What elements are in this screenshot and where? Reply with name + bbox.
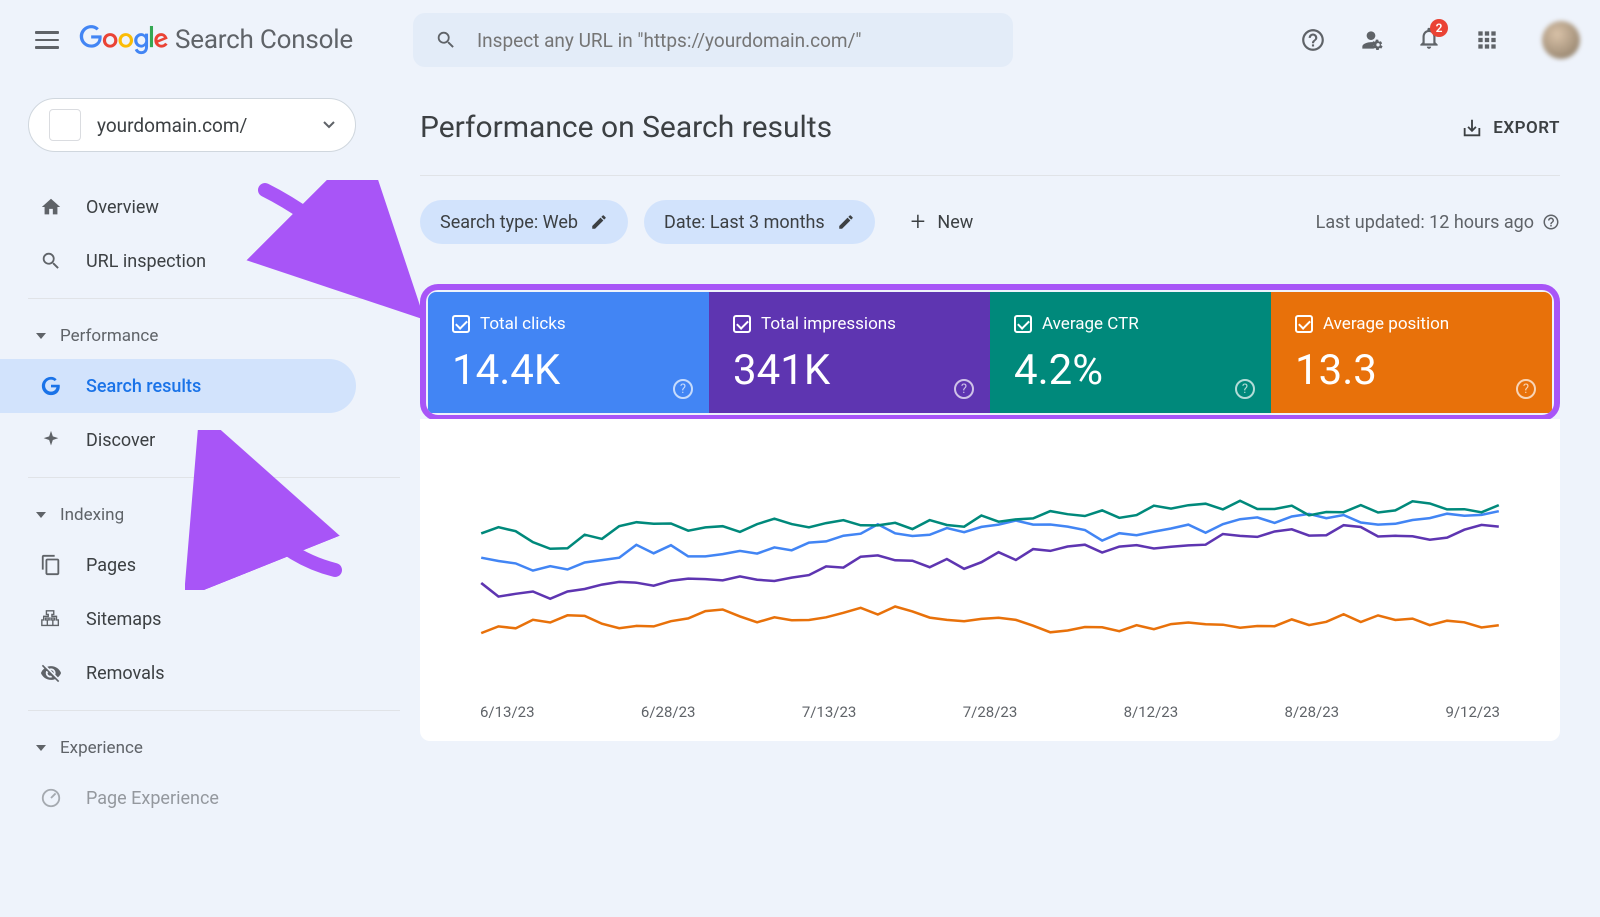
help-icon[interactable]: ?: [954, 379, 974, 399]
search-icon: [435, 29, 457, 51]
nav-pages[interactable]: Pages: [0, 538, 356, 592]
user-settings-icon[interactable]: [1358, 27, 1384, 53]
checkbox-icon: [1295, 315, 1313, 333]
nav-search-results[interactable]: Search results: [0, 359, 356, 413]
metric-position[interactable]: Average position 13.3 ?: [1271, 292, 1552, 413]
help-icon[interactable]: ?: [673, 379, 693, 399]
google-logo-icon: [79, 25, 169, 55]
checkbox-icon: [733, 315, 751, 333]
logo[interactable]: Search Console: [79, 25, 353, 55]
nav-removals[interactable]: Removals: [0, 646, 356, 700]
last-updated: Last updated: 12 hours ago: [1316, 212, 1560, 233]
nav-sitemaps[interactable]: Sitemaps: [0, 592, 356, 646]
menu-icon[interactable]: [35, 26, 59, 54]
checkbox-icon: [452, 315, 470, 333]
metric-impressions[interactable]: Total impressions 341K ?: [709, 292, 990, 413]
nav-overview[interactable]: Overview: [0, 180, 356, 234]
metric-clicks[interactable]: Total clicks 14.4K ?: [428, 292, 709, 413]
home-icon: [40, 196, 62, 218]
filter-date[interactable]: Date: Last 3 months: [644, 200, 875, 244]
plus-icon: +: [911, 207, 926, 237]
metric-ctr[interactable]: Average CTR 4.2% ?: [990, 292, 1271, 413]
help-icon[interactable]: [1300, 27, 1326, 53]
help-icon[interactable]: ?: [1235, 379, 1255, 399]
export-button[interactable]: EXPORT: [1461, 117, 1560, 139]
pencil-icon: [837, 213, 855, 231]
metrics-cards: Total clicks 14.4K ? Total impressions 3…: [420, 284, 1560, 421]
pages-icon: [40, 554, 62, 576]
url-inspect-search[interactable]: [413, 13, 1013, 67]
property-favicon: [49, 109, 81, 141]
header: Search Console 2: [0, 0, 1600, 80]
notifications-button[interactable]: 2: [1416, 25, 1442, 55]
main-area: Performance on Search results EXPORT Sea…: [400, 80, 1600, 917]
nav-url-inspection[interactable]: URL inspection: [0, 234, 356, 288]
visibility-off-icon: [40, 662, 62, 684]
apps-icon[interactable]: [1474, 27, 1500, 53]
filter-search-type[interactable]: Search type: Web: [420, 200, 628, 244]
section-performance[interactable]: Performance: [0, 313, 400, 359]
google-g-icon: [40, 375, 62, 397]
page-title: Performance on Search results: [420, 110, 832, 145]
performance-chart: 6/13/236/28/237/13/237/28/238/12/238/28/…: [420, 419, 1560, 741]
nav-page-experience[interactable]: Page Experience: [0, 771, 356, 825]
product-name: Search Console: [175, 25, 353, 55]
help-icon[interactable]: [1542, 213, 1560, 231]
section-indexing[interactable]: Indexing: [0, 492, 400, 538]
download-icon: [1461, 117, 1483, 139]
avatar[interactable]: [1542, 21, 1580, 59]
help-icon[interactable]: ?: [1516, 379, 1536, 399]
sitemap-icon: [40, 608, 62, 630]
checkbox-icon: [1014, 315, 1032, 333]
section-experience[interactable]: Experience: [0, 725, 400, 771]
nav-discover[interactable]: Discover: [0, 413, 356, 467]
notification-badge: 2: [1430, 19, 1448, 37]
pencil-icon: [590, 213, 608, 231]
filter-row: Search type: Web Date: Last 3 months + N…: [420, 200, 1560, 244]
property-selector[interactable]: yourdomain.com/: [28, 98, 356, 152]
line-chart: [460, 449, 1520, 689]
url-input[interactable]: [477, 29, 991, 52]
discover-icon: [40, 429, 62, 451]
speed-icon: [40, 787, 62, 809]
sidebar: yourdomain.com/ Overview URL inspection …: [0, 80, 400, 917]
property-name: yourdomain.com/: [97, 114, 323, 137]
chevron-down-icon: [323, 121, 335, 129]
add-filter-button[interactable]: + New: [911, 207, 974, 237]
x-axis: 6/13/236/28/237/13/237/28/238/12/238/28/…: [460, 703, 1520, 721]
search-icon: [40, 250, 62, 272]
